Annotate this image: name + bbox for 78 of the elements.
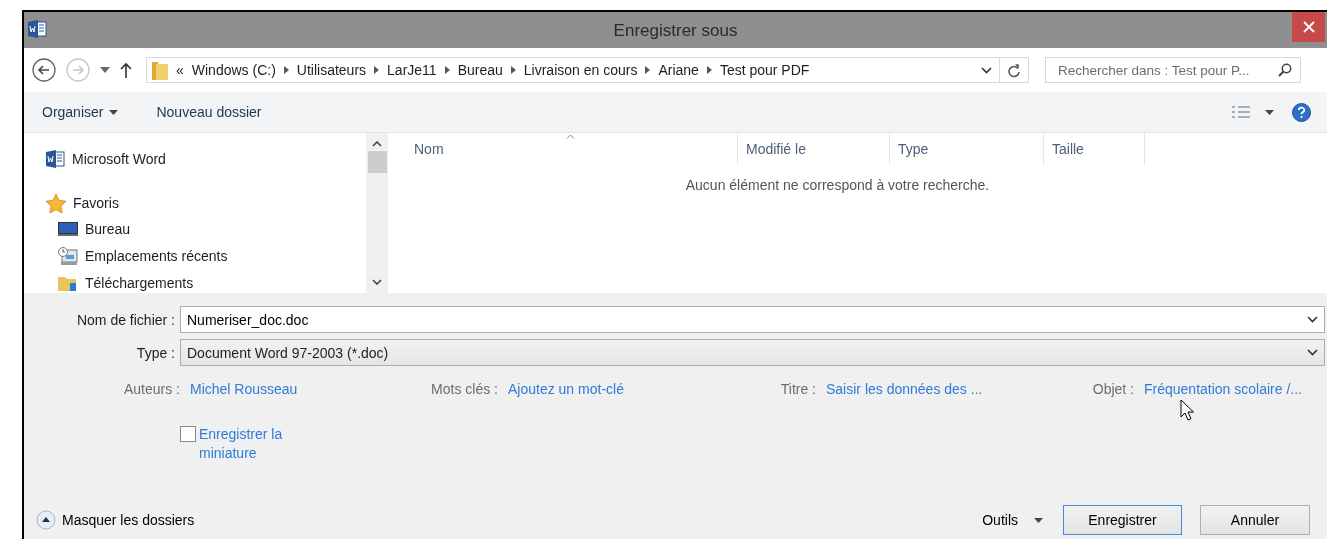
nav-item[interactable]: Emplacements récents [46, 242, 366, 269]
nav-item[interactable]: Microsoft Word [46, 147, 366, 171]
property-label: Auteurs : [122, 381, 180, 397]
caret-icon [109, 109, 119, 115]
new-folder-button[interactable]: Nouveau dossier [156, 104, 262, 120]
column-header[interactable]: Modifié le [738, 133, 890, 165]
save-button[interactable]: Enregistrer [1063, 505, 1182, 535]
scrollbar-thumb[interactable] [367, 151, 387, 173]
property-label: Mots clés : [430, 381, 498, 397]
hide-folders-button[interactable]: Masquer les dossiers [36, 510, 195, 530]
property-link[interactable]: Ajoutez un mot-clé [508, 381, 624, 397]
close-button[interactable] [1292, 12, 1325, 42]
breadcrumb-separator-icon [510, 66, 516, 74]
search-field[interactable]: Rechercher dans : Test pour P... [1045, 57, 1301, 83]
chevron-down-icon[interactable] [1307, 316, 1318, 323]
breadcrumb-item[interactable]: Ariane [658, 62, 699, 78]
nav-item[interactable]: Favoris [46, 191, 366, 215]
filename-label: Nom de fichier : [75, 311, 176, 328]
column-header[interactable]: Taille [1044, 133, 1145, 165]
search-icon [1278, 63, 1292, 77]
refresh-icon [1007, 62, 1021, 78]
cancel-button[interactable]: Annuler [1200, 505, 1310, 535]
view-options-button[interactable] [1231, 104, 1274, 120]
chevron-down-icon[interactable] [980, 66, 992, 74]
refresh-button[interactable] [1000, 57, 1029, 83]
type-label: Type : [135, 344, 176, 361]
scrollbar[interactable] [366, 133, 388, 293]
window-title: Enregistrer sous [612, 21, 739, 41]
caret-icon [1265, 109, 1274, 115]
folder-icon [152, 60, 168, 80]
close-icon [1302, 21, 1315, 33]
monitor-icon [58, 221, 78, 236]
empty-message: Aucun élément ne correspond à votre recherche. [685, 177, 990, 193]
up-button[interactable] [120, 62, 132, 78]
checkbox[interactable] [180, 426, 196, 442]
word-icon [46, 150, 65, 168]
breadcrumb-separator-icon [283, 66, 289, 74]
nav-item[interactable]: Bureau [46, 215, 366, 242]
scroll-up-icon[interactable] [372, 141, 382, 147]
back-button[interactable] [32, 58, 56, 82]
breadcrumb-separator-icon [444, 66, 450, 74]
breadcrumb-item[interactable]: Windows (C:) [191, 62, 276, 78]
help-button[interactable] [1292, 102, 1311, 122]
property-label: Titre : [779, 381, 816, 397]
mouse-cursor-icon [1180, 399, 1194, 421]
tools-menu[interactable]: Outils [982, 512, 1043, 528]
scroll-down-icon[interactable] [372, 279, 382, 285]
filename-field[interactable]: Numeriser_doc.doc [187, 311, 1307, 328]
folder-icon [58, 274, 78, 291]
property-label: Objet : [1091, 381, 1134, 397]
collapse-icon [36, 510, 56, 530]
breadcrumb-item[interactable]: LarJe11 [387, 62, 437, 78]
breadcrumb-separator-icon [374, 66, 380, 74]
overflow-chevrons[interactable]: « [176, 62, 184, 78]
property-link[interactable]: Michel Rousseau [190, 381, 298, 397]
property-link[interactable]: Fréquentation scolaire /... [1144, 381, 1302, 397]
nav-item[interactable]: Téléchargements [46, 269, 366, 293]
breadcrumb-item[interactable]: Bureau [457, 62, 503, 78]
recent-locations-button[interactable] [100, 67, 110, 73]
breadcrumb-item[interactable]: Test pour PDF [719, 62, 810, 78]
address-bar[interactable]: « Windows (C:) Utilisateurs LarJe11 Bureau Livraison en cours Ariane Test pour PDF [146, 57, 1000, 83]
filename-combobox[interactable]: Numeriser_doc.doc [180, 306, 1325, 333]
checkbox-label[interactable]: Enregistrer la miniature [199, 425, 309, 463]
breadcrumb-separator-icon [706, 66, 712, 74]
details-view-icon [1231, 104, 1251, 120]
column-header[interactable]: Type [890, 133, 1044, 165]
word-icon [28, 19, 47, 38]
caret-icon [1034, 517, 1043, 523]
column-header[interactable]: Nom [388, 133, 738, 165]
organize-menu[interactable]: Organiser [42, 104, 119, 120]
type-dropdown[interactable]: Document Word 97-2003 (*.doc) [180, 339, 1325, 366]
star-icon [46, 193, 66, 213]
recent-places-icon [58, 246, 78, 265]
breadcrumb-separator-icon [645, 66, 651, 74]
chevron-down-icon[interactable] [1307, 349, 1318, 356]
property-link[interactable]: Saisir les données des ... [826, 381, 983, 397]
breadcrumb-item[interactable]: Livraison en cours [523, 62, 638, 78]
breadcrumb-item[interactable]: Utilisateurs [296, 62, 367, 78]
